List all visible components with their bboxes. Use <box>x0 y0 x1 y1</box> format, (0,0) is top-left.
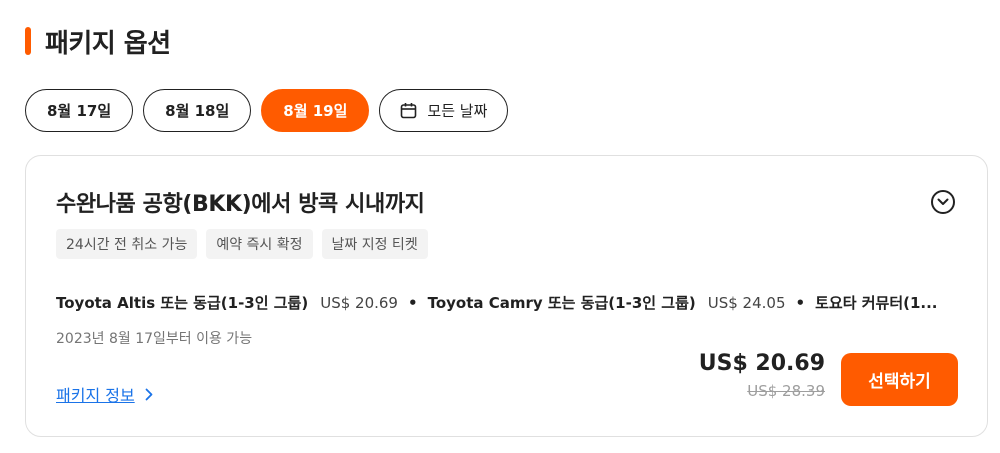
date-pill-aug-18[interactable]: 8월 18일 <box>143 89 252 132</box>
package-card: 수완나품 공항(BKK)에서 방콕 시내까지 24시간 전 취소 가능 예약 즉… <box>25 155 988 437</box>
vehicle-option-name: Toyota Camry 또는 동급(1-3인 그룹) <box>427 294 696 312</box>
date-pill-aug-17[interactable]: 8월 17일 <box>25 89 134 132</box>
vehicle-option-name: 토요타 커뮤터(1... <box>815 294 938 312</box>
page: 패키지 옵션 8월 17일 8월 18일 8월 19일 모든 날짜 수완나품 공… <box>0 0 1000 453</box>
date-selector: 8월 17일 8월 18일 8월 19일 모든 날짜 <box>25 89 509 132</box>
all-dates-label: 모든 날짜 <box>427 102 488 120</box>
availability-text: 2023년 8월 17일부터 이용 가능 <box>56 331 253 347</box>
vehicle-options: Toyota Altis 또는 동급(1-3인 그룹) US$ 20.69 • Toy… <box>56 292 956 313</box>
section-title: 패키지 옵션 <box>45 28 171 59</box>
feature-tags: 24시간 전 취소 가능 예약 즉시 확정 날짜 지정 티켓 <box>56 229 428 259</box>
accent-bar <box>25 27 31 55</box>
separator-dot: • <box>407 294 418 312</box>
select-button[interactable]: 선택하기 <box>841 353 958 406</box>
tag-free-cancellation: 24시간 전 취소 가능 <box>56 229 198 259</box>
tag-instant-confirmation: 예약 즉시 확정 <box>206 229 313 259</box>
package-title: 수완나품 공항(BKK)에서 방콕 시내까지 <box>56 192 425 217</box>
section-header: 패키지 옵션 <box>25 24 171 59</box>
vehicle-option-price: US$ 24.05 <box>707 294 786 312</box>
vehicle-option-name: Toyota Altis 또는 동급(1-3인 그룹) <box>56 294 309 312</box>
calendar-icon <box>400 102 417 119</box>
chevron-right-icon <box>145 388 153 401</box>
current-price: US$ 20.69 <box>698 351 825 376</box>
date-pill-aug-19[interactable]: 8월 19일 <box>261 89 370 132</box>
tag-fixed-date-ticket: 날짜 지정 티켓 <box>321 229 428 259</box>
vehicle-option-price: US$ 20.69 <box>320 294 398 312</box>
all-dates-button[interactable]: 모든 날짜 <box>379 89 509 132</box>
original-price: US$ 28.39 <box>747 382 825 400</box>
separator-dot: • <box>795 294 806 312</box>
package-info-link[interactable]: 패키지 정보 <box>56 382 153 406</box>
package-info-label: 패키지 정보 <box>56 386 135 405</box>
price-block: US$ 20.69 US$ 28.39 <box>699 351 825 400</box>
chevron-down-circle-icon[interactable] <box>931 190 955 214</box>
